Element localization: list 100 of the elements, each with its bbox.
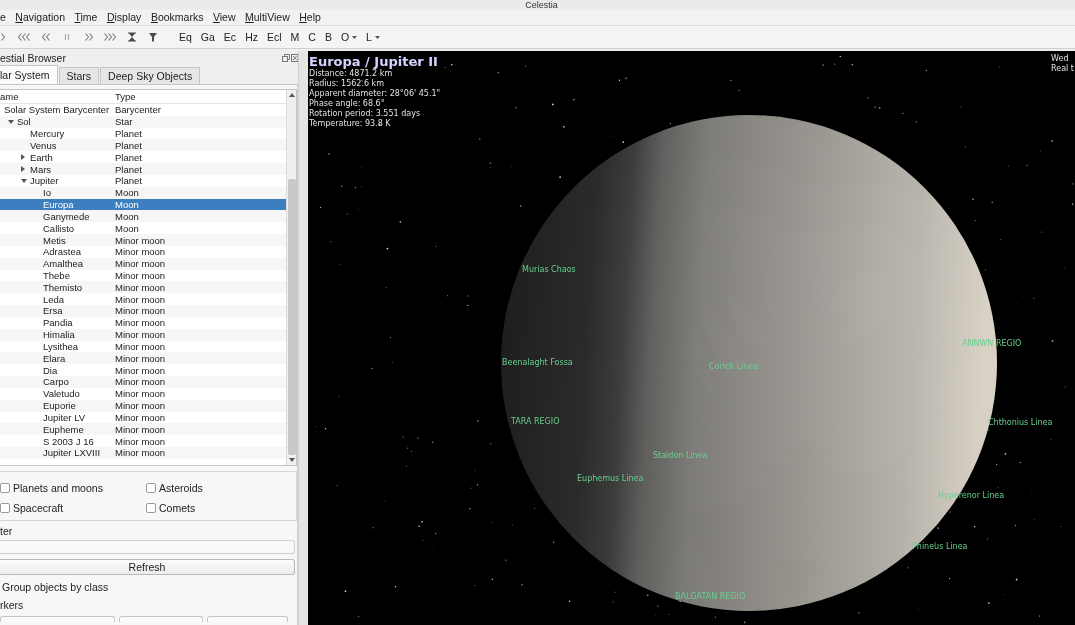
object-name: Ersa <box>43 305 63 317</box>
tree-row[interactable]: Eupheme Minor moon <box>0 423 286 436</box>
tree-row[interactable]: Valetudo Minor moon <box>0 387 286 400</box>
tree-row[interactable]: Thebe Minor moon <box>0 269 286 282</box>
tree-row[interactable]: Carpo Minor moon <box>0 376 286 388</box>
object-detail: Radius: 1562.6 km <box>309 79 386 89</box>
column-header[interactable]: ame <box>0 90 115 103</box>
tree-row[interactable]: Earth Planet <box>0 151 286 164</box>
tab[interactable]: Stars <box>58 67 100 84</box>
tree-row[interactable]: Lysithea Minor moon <box>0 340 286 353</box>
object-type: Minor moon <box>115 317 166 329</box>
tree-row[interactable]: Solar System Barycenter Barycenter <box>0 104 286 116</box>
pause-icon[interactable] <box>64 32 71 42</box>
toolbar-button[interactable]: C <box>305 29 319 45</box>
toolbar-button[interactable]: Hz <box>242 29 261 45</box>
option-label[interactable]: Group objects by class <box>0 581 109 594</box>
menu-item[interactable]: MultiView <box>245 11 290 24</box>
toolbar-button[interactable]: Eq <box>176 29 195 45</box>
dropdown-field[interactable] <box>207 616 288 622</box>
tab[interactable]: Deep Sky Objects <box>100 67 201 84</box>
tree-row[interactable]: Metis Minor moon <box>0 234 286 246</box>
tree-row[interactable]: S 2003 J 16 Minor moon <box>0 435 286 447</box>
chevron-right-icon[interactable] <box>0 32 6 42</box>
checkbox[interactable] <box>146 483 156 493</box>
menu-item[interactable]: Bookmarks <box>150 11 204 24</box>
tree-row[interactable]: Jupiter LXVIII Minor moon <box>0 447 286 459</box>
menu-item[interactable]: Navigation <box>15 11 65 24</box>
object-name: Callisto <box>43 222 75 234</box>
tree-row[interactable]: Elara Minor moon <box>0 352 286 365</box>
object-type: Minor moon <box>115 329 166 341</box>
checkbox[interactable] <box>0 503 10 513</box>
menu-item[interactable]: Time <box>74 11 98 24</box>
scroll-down-icon[interactable] <box>288 458 295 462</box>
tree-row[interactable]: Jupiter LV Minor moon <box>0 411 286 424</box>
caret-down-icon[interactable] <box>8 119 14 124</box>
toolbar-button[interactable]: Ga <box>197 29 218 45</box>
scroll-up-icon[interactable] <box>288 93 295 97</box>
object-name: Elara <box>43 352 66 364</box>
dropdown-field[interactable] <box>0 616 115 622</box>
tree-row[interactable]: Ganymede Moon <box>0 210 286 223</box>
caret-down-icon[interactable] <box>21 178 27 183</box>
column-header[interactable]: Type <box>115 90 136 103</box>
tree-row[interactable]: Mercury Planet <box>0 127 286 140</box>
tree-row[interactable]: Venus Planet <box>0 139 286 152</box>
dropdown-button[interactable]: L <box>363 29 383 45</box>
tree-row[interactable]: Themisto Minor moon <box>0 281 286 294</box>
tree-row[interactable]: Ersa Minor moon <box>0 305 286 317</box>
menu-item[interactable]: Help <box>299 11 321 24</box>
object-name: Io <box>43 187 51 199</box>
dropdown-button[interactable]: O <box>337 29 361 45</box>
surface-label: ANNWN REGIO <box>962 338 1022 349</box>
tree-row[interactable]: Himalia Minor moon <box>0 328 286 341</box>
restore-icon[interactable] <box>282 54 290 62</box>
tree-row[interactable]: Dia Minor moon <box>0 364 286 377</box>
caret-right-icon[interactable] <box>21 154 25 161</box>
caret-right-icon[interactable] <box>21 166 25 173</box>
hourglass-icon[interactable] <box>126 32 137 42</box>
option-label[interactable]: Planets and moons <box>13 481 103 495</box>
tree-row[interactable]: Mars Planet <box>0 163 286 175</box>
dropdown-field[interactable] <box>119 616 203 622</box>
object-detail: Apparent diameter: 28°06' 45.1" <box>309 89 441 99</box>
object-type: Moon <box>115 187 139 199</box>
object-type: Moon <box>115 222 139 234</box>
scrollbar-thumb[interactable] <box>287 179 296 455</box>
tree-row[interactable]: Adrastea Minor moon <box>0 245 286 258</box>
tab[interactable]: lar System <box>0 65 58 84</box>
tree-row[interactable]: Sol Star <box>0 115 286 128</box>
menu-item[interactable]: View <box>212 11 236 24</box>
object-type: Moon <box>115 199 139 211</box>
object-detail: Distance: 4871.2 km <box>309 69 393 79</box>
toolbar-button[interactable]: Ecl <box>263 29 285 45</box>
scrollbar[interactable] <box>286 90 296 465</box>
surface-label: Beenalaght Fossa <box>502 357 573 368</box>
menu-item[interactable]: Display <box>106 11 142 24</box>
option-label[interactable]: Asteroids <box>159 481 203 495</box>
double-chevron-right-icon[interactable] <box>83 32 94 42</box>
toolbar-button[interactable]: M <box>287 29 303 45</box>
object-name: S 2003 J 16 <box>43 435 94 447</box>
tree-row[interactable]: Callisto Moon <box>0 222 286 235</box>
checkbox[interactable] <box>146 503 156 513</box>
option-label[interactable]: Comets <box>159 501 196 515</box>
tree-row[interactable]: Io Moon <box>0 186 286 199</box>
refresh-button[interactable]: Refresh <box>0 559 295 575</box>
toolbar-button[interactable]: Ec <box>220 29 240 45</box>
funnel-icon[interactable] <box>148 32 159 42</box>
menu-item[interactable]: e <box>0 11 6 24</box>
triple-chevron-left-icon[interactable] <box>17 32 32 42</box>
toolbar-button[interactable]: B <box>321 29 335 45</box>
tree-row[interactable]: Pandia Minor moon <box>0 316 286 329</box>
tree-row[interactable]: Amalthea Minor moon <box>0 257 286 270</box>
tree-row[interactable]: Jupiter Planet <box>0 174 286 187</box>
tree-row[interactable]: Euporie Minor moon <box>0 399 286 412</box>
tree-row[interactable]: Leda Minor moon <box>0 293 286 306</box>
triple-chevron-right-icon[interactable] <box>103 32 118 42</box>
surface-label: Corick Linea <box>709 361 759 372</box>
double-chevron-left-icon[interactable] <box>40 32 51 42</box>
close-icon[interactable] <box>291 54 298 62</box>
filter-field[interactable] <box>0 540 295 554</box>
option-label[interactable]: Spacecraft <box>13 501 64 515</box>
checkbox[interactable] <box>0 483 10 493</box>
